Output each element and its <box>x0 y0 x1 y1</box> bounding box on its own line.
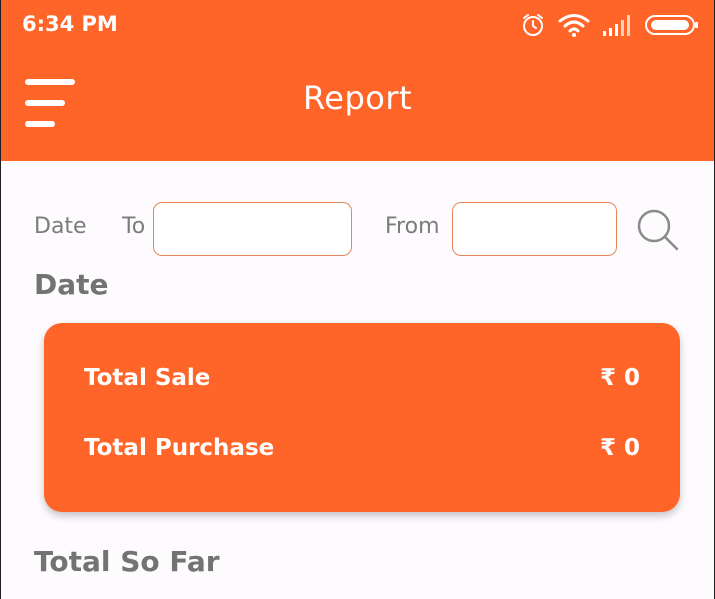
app-bar: Report <box>1 50 714 161</box>
search-button[interactable] <box>635 207 681 253</box>
from-date-input[interactable] <box>452 202 617 256</box>
page-title: Report <box>302 79 413 117</box>
signal-icon <box>602 13 632 37</box>
alarm-icon <box>520 12 546 38</box>
date-section-title: Date <box>34 268 109 301</box>
from-label: From <box>385 214 440 239</box>
report-screen: 6:34 PM Report Date To From Date Total S… <box>0 0 715 599</box>
total-purchase-row: Total Purchase ₹ 0 <box>84 435 640 469</box>
total-sale-row: Total Sale ₹ 0 <box>84 365 640 399</box>
date-filter-row: Date To From <box>34 202 684 256</box>
status-time: 6:34 PM <box>22 12 118 36</box>
to-date-input[interactable] <box>153 202 352 256</box>
wifi-icon <box>558 12 590 38</box>
status-icons <box>520 10 700 40</box>
status-bar: 6:34 PM <box>1 0 714 50</box>
to-label: To <box>122 214 146 239</box>
total-purchase-value: ₹ 0 <box>599 435 640 461</box>
total-sale-value: ₹ 0 <box>599 365 640 391</box>
summary-card: Total Sale ₹ 0 Total Purchase ₹ 0 <box>44 323 680 512</box>
total-purchase-label: Total Purchase <box>84 435 275 461</box>
total-so-far-title: Total So Far <box>34 545 220 578</box>
date-label: Date <box>34 214 87 239</box>
search-icon <box>635 207 681 253</box>
battery-icon <box>644 12 700 38</box>
total-sale-label: Total Sale <box>84 365 211 391</box>
